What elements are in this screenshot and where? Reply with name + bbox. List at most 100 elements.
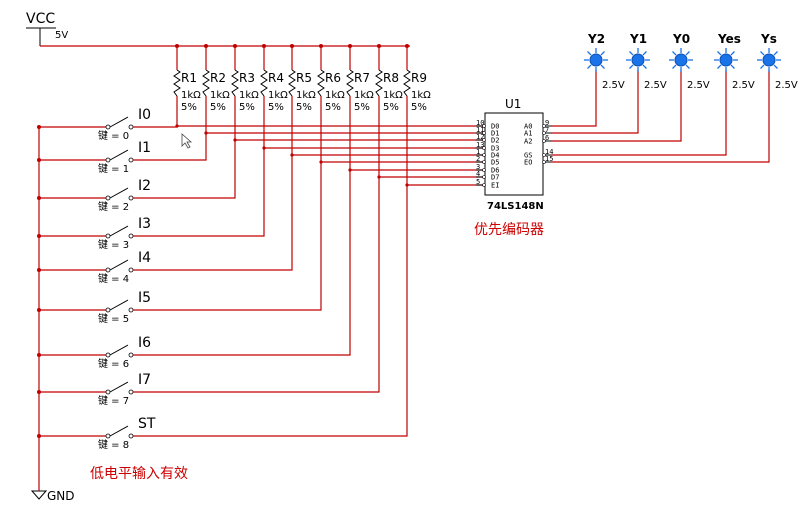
- probe-y0[interactable]: Y0 2.5V: [669, 32, 710, 91]
- resistor-r6[interactable]: R6 1kΩ5%: [317, 44, 345, 113]
- schematic-canvas: VCC 5V GND R11kΩ5%R21kΩ5%R31kΩ5%R41kΩ5%R…: [26, 11, 798, 503]
- resistor-tolerance: 5%: [239, 102, 255, 113]
- resistor-tolerance: 5%: [411, 102, 427, 113]
- switch-i2[interactable]: I2 键 = 2: [37, 178, 151, 213]
- resistor-r7[interactable]: R7 1kΩ5%: [346, 44, 374, 113]
- switch-i5[interactable]: I5 键 = 5: [37, 290, 151, 325]
- resistor-value: 1kΩ: [268, 90, 288, 101]
- resistor-value: 1kΩ: [354, 90, 374, 101]
- vcc-label: VCC: [26, 11, 55, 27]
- resistor-array: R11kΩ5%R21kΩ5%R31kΩ5%R41kΩ5%R51kΩ5%R61kΩ…: [173, 44, 431, 113]
- switch-key: 键 = 3: [98, 238, 129, 251]
- active-low-caption: 低电平输入有效: [90, 466, 188, 482]
- resistor-value: 1kΩ: [296, 90, 316, 101]
- switch-key: 键 = 4: [98, 272, 129, 285]
- switch-name: I2: [138, 178, 151, 194]
- encoder-chip[interactable]: U1 74LS148N D010D111D212D313D41D52D63D74…: [476, 97, 553, 212]
- chip-pin-label: A1: [524, 130, 532, 138]
- resistor-name: R2: [210, 71, 226, 85]
- chip-pin-label: EO: [524, 159, 532, 167]
- switch-i4[interactable]: I4 键 = 4: [37, 250, 151, 285]
- resistor-name: R3: [239, 71, 255, 85]
- switch-key: 键 = 5: [98, 312, 129, 325]
- probe-row: Y2 2.5V Y1 2.5V Y0 2.5V Yes 2.5V Ys 2.5V: [584, 32, 798, 91]
- probe-name: Yes: [717, 32, 741, 46]
- resistor-value: 1kΩ: [239, 90, 259, 101]
- chip-pin-label: D2: [491, 137, 499, 145]
- resistor-name: R4: [268, 71, 284, 85]
- probe-ys[interactable]: Ys 2.5V: [757, 32, 798, 91]
- switch-name: I1: [138, 140, 151, 156]
- probe-voltage: 2.5V: [602, 80, 625, 91]
- switch-i0[interactable]: I0 键 = 0: [37, 107, 151, 142]
- resistor-name: R5: [296, 71, 312, 85]
- switch-name: I5: [138, 290, 151, 306]
- resistor-value: 1kΩ: [411, 90, 431, 101]
- chip-pin-number: 7: [545, 126, 549, 134]
- switch-column: I0 键 = 0 I1 键 = 1 I2 键 = 2 I3 键 = 3 I4 键 = 4 I5 键 =…: [37, 107, 156, 451]
- signal-wires: [133, 106, 485, 437]
- switch-name: I6: [138, 335, 151, 351]
- switch-i1[interactable]: I1 键 = 1: [37, 140, 151, 175]
- resistor-r3[interactable]: R3 1kΩ5%: [231, 44, 259, 113]
- resistor-r2[interactable]: R2 1kΩ5%: [202, 44, 230, 113]
- probe-y1[interactable]: Y1 2.5V: [626, 32, 667, 91]
- chip-pin-number: 2: [476, 155, 480, 163]
- probe-y2[interactable]: Y2 2.5V: [584, 32, 625, 91]
- resistor-value: 1kΩ: [181, 90, 201, 101]
- chip-pin-number: 5: [476, 178, 480, 186]
- resistor-name: R1: [181, 71, 197, 85]
- vcc-symbol: VCC 5V: [26, 11, 68, 46]
- resistor-name: R8: [383, 71, 399, 85]
- probe-name: Y1: [629, 32, 647, 46]
- resistor-name: R6: [325, 71, 341, 85]
- switch-i6[interactable]: I6 键 = 6: [37, 335, 151, 370]
- switch-key: 键 = 7: [98, 394, 129, 407]
- resistor-name: R7: [354, 71, 370, 85]
- chip-part: 74LS148N: [487, 201, 544, 212]
- switch-st[interactable]: ST 键 = 8: [37, 416, 156, 451]
- switch-name: I4: [138, 250, 151, 266]
- resistor-value: 1kΩ: [210, 90, 230, 101]
- probe-voltage: 2.5V: [687, 80, 710, 91]
- chip-ref: U1: [505, 97, 521, 111]
- resistor-r5[interactable]: R5 1kΩ5%: [288, 44, 316, 113]
- probe-name: Y0: [672, 32, 690, 46]
- gnd-symbol: GND: [30, 489, 75, 503]
- mouse-cursor-icon: [181, 133, 193, 149]
- switch-key: 键 = 6: [98, 357, 129, 370]
- chip-pin-label: A2: [524, 138, 532, 146]
- vcc-value: 5V: [55, 30, 68, 41]
- chip-pin-label: D5: [491, 159, 499, 167]
- resistor-tolerance: 5%: [383, 102, 399, 113]
- probe-name: Ys: [760, 32, 777, 46]
- resistor-r8[interactable]: R8 1kΩ5%: [375, 44, 403, 113]
- resistor-r1[interactable]: R1 1kΩ5%: [173, 44, 201, 113]
- resistor-r4[interactable]: R4 1kΩ5%: [260, 44, 288, 113]
- probe-yes[interactable]: Yes 2.5V: [714, 32, 755, 91]
- probe-name: Y2: [587, 32, 605, 46]
- switch-key: 键 = 2: [98, 200, 129, 213]
- probe-voltage: 2.5V: [644, 80, 667, 91]
- probe-voltage: 2.5V: [775, 80, 798, 91]
- switch-i3[interactable]: I3 键 = 3: [37, 216, 151, 251]
- switch-key: 键 = 0: [98, 129, 129, 142]
- resistor-tolerance: 5%: [210, 102, 226, 113]
- resistor-tolerance: 5%: [268, 102, 284, 113]
- resistor-value: 1kΩ: [325, 90, 345, 101]
- switch-key: 键 = 1: [98, 162, 129, 175]
- chip-pin-number: 6: [545, 134, 549, 142]
- probe-voltage: 2.5V: [732, 80, 755, 91]
- chip-pin-number: 12: [476, 133, 484, 141]
- resistor-r9[interactable]: R9 1kΩ5%: [403, 44, 431, 113]
- resistor-name: R9: [411, 71, 427, 85]
- chip-pin-label: EI: [491, 182, 499, 190]
- resistor-tolerance: 5%: [325, 102, 341, 113]
- switch-name: ST: [138, 416, 156, 432]
- resistor-tolerance: 5%: [296, 102, 312, 113]
- switch-i7[interactable]: I7 键 = 7: [37, 372, 151, 407]
- encoder-caption: 优先编码器: [474, 222, 544, 238]
- switch-key: 键 = 8: [98, 438, 129, 451]
- switch-name: I0: [138, 107, 151, 123]
- chip-pin-number: 4: [476, 170, 480, 178]
